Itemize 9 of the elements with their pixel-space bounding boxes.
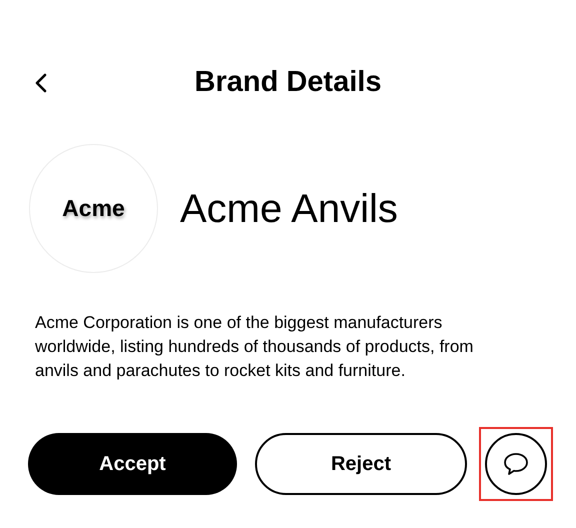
reject-button[interactable]: Reject: [255, 433, 467, 495]
chat-bubble-icon: [503, 452, 529, 476]
chat-button[interactable]: [485, 433, 547, 495]
brand-name: Acme Anvils: [180, 188, 398, 228]
chevron-left-icon: [34, 73, 48, 93]
brand-description: Acme Corporation is one of the biggest manufacturers worldwide, listing hundreds of thousands of products, from anvils and parachutes to rocket kits and furniture.: [35, 312, 474, 382]
accept-button[interactable]: Accept: [28, 433, 237, 495]
page-title: Brand Details: [194, 65, 382, 100]
logo-text: Acme: [62, 194, 125, 224]
